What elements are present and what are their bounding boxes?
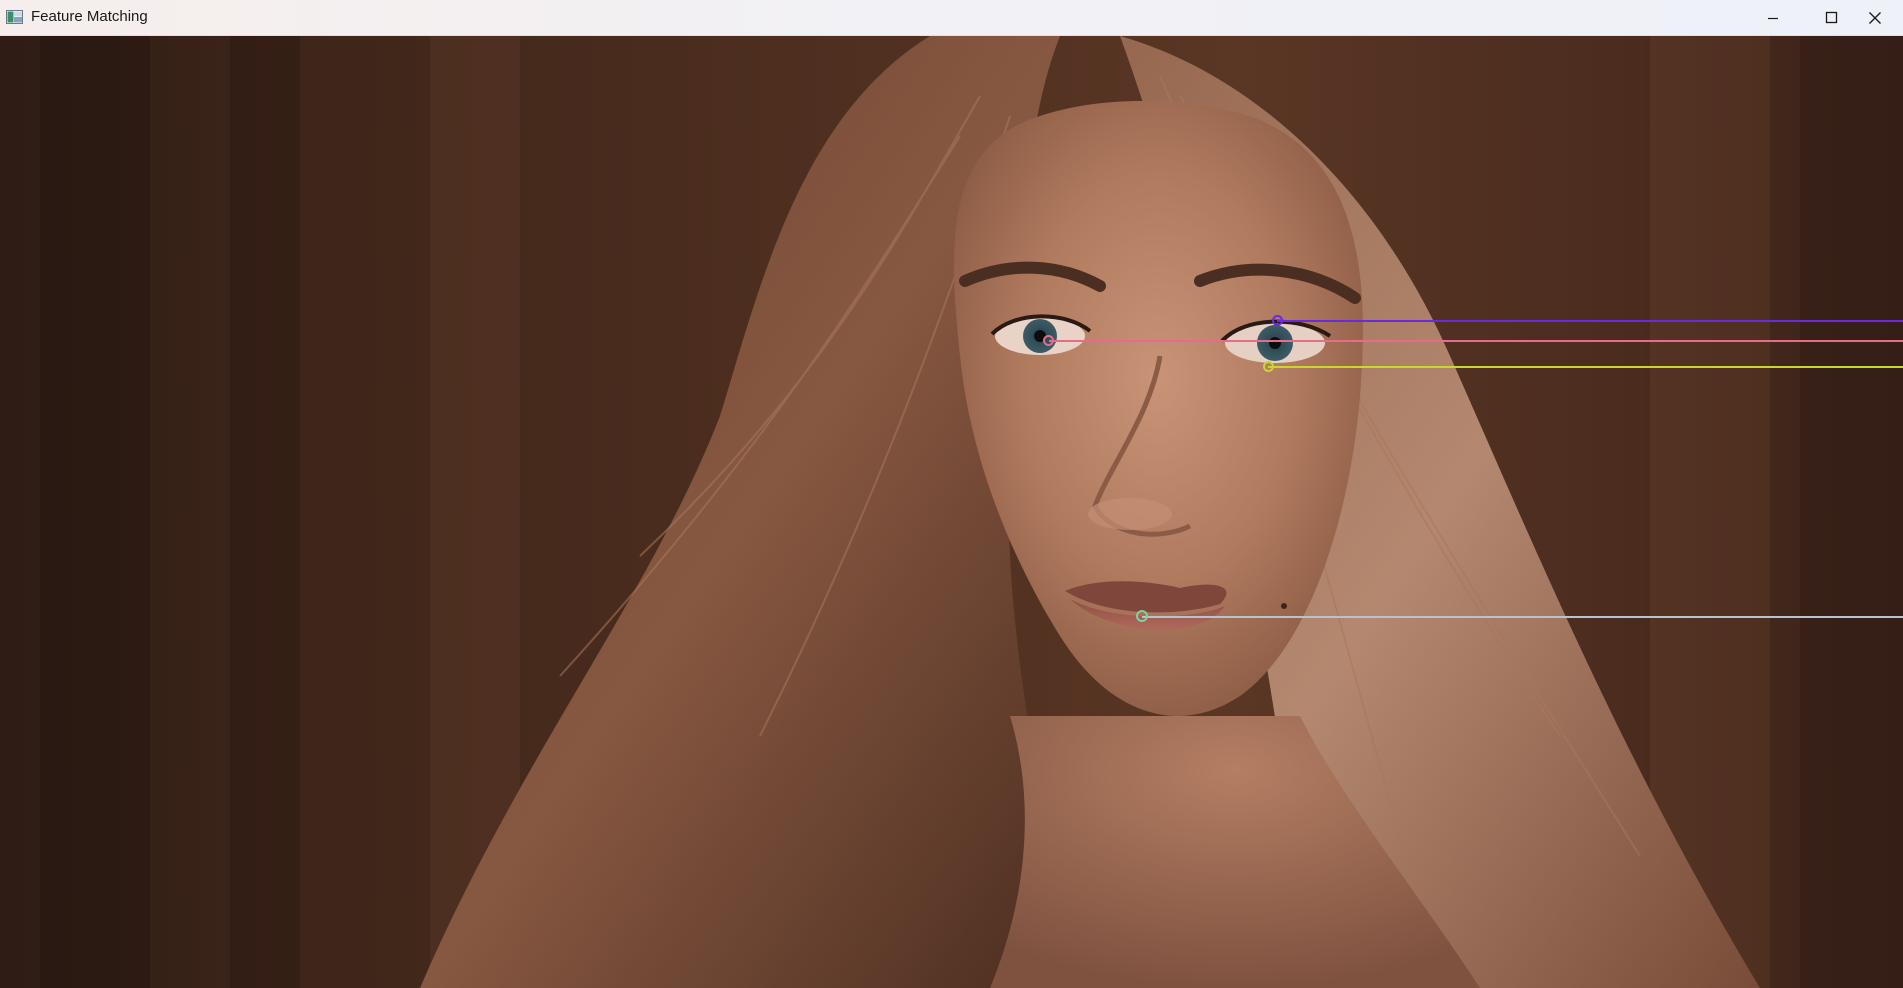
maximize-icon (1825, 11, 1838, 24)
minimize-button[interactable] (1744, 0, 1802, 35)
title-bar[interactable]: Feature Matching (0, 0, 1903, 36)
maximize-button[interactable] (1802, 0, 1860, 35)
match-eye-left (1049, 340, 1903, 342)
match-eye-right (1268, 366, 1903, 368)
portrait-photo (0, 36, 1903, 988)
match-lip (1142, 616, 1903, 618)
window-title: Feature Matching (31, 8, 148, 25)
close-button[interactable] (1860, 0, 1903, 35)
feature-matching-image[interactable] (0, 36, 1903, 988)
keypoint-lip (1136, 610, 1148, 622)
keypoint-eye-right (1263, 361, 1274, 372)
close-icon (1868, 11, 1882, 25)
match-eye-upper (1277, 320, 1903, 322)
app-window: Feature Matching (0, 0, 1903, 988)
opencv-window-icon (6, 9, 24, 25)
minimize-icon (1767, 12, 1779, 24)
keypoint-eye-left (1043, 335, 1054, 346)
keypoint-eye-upper (1272, 315, 1283, 326)
